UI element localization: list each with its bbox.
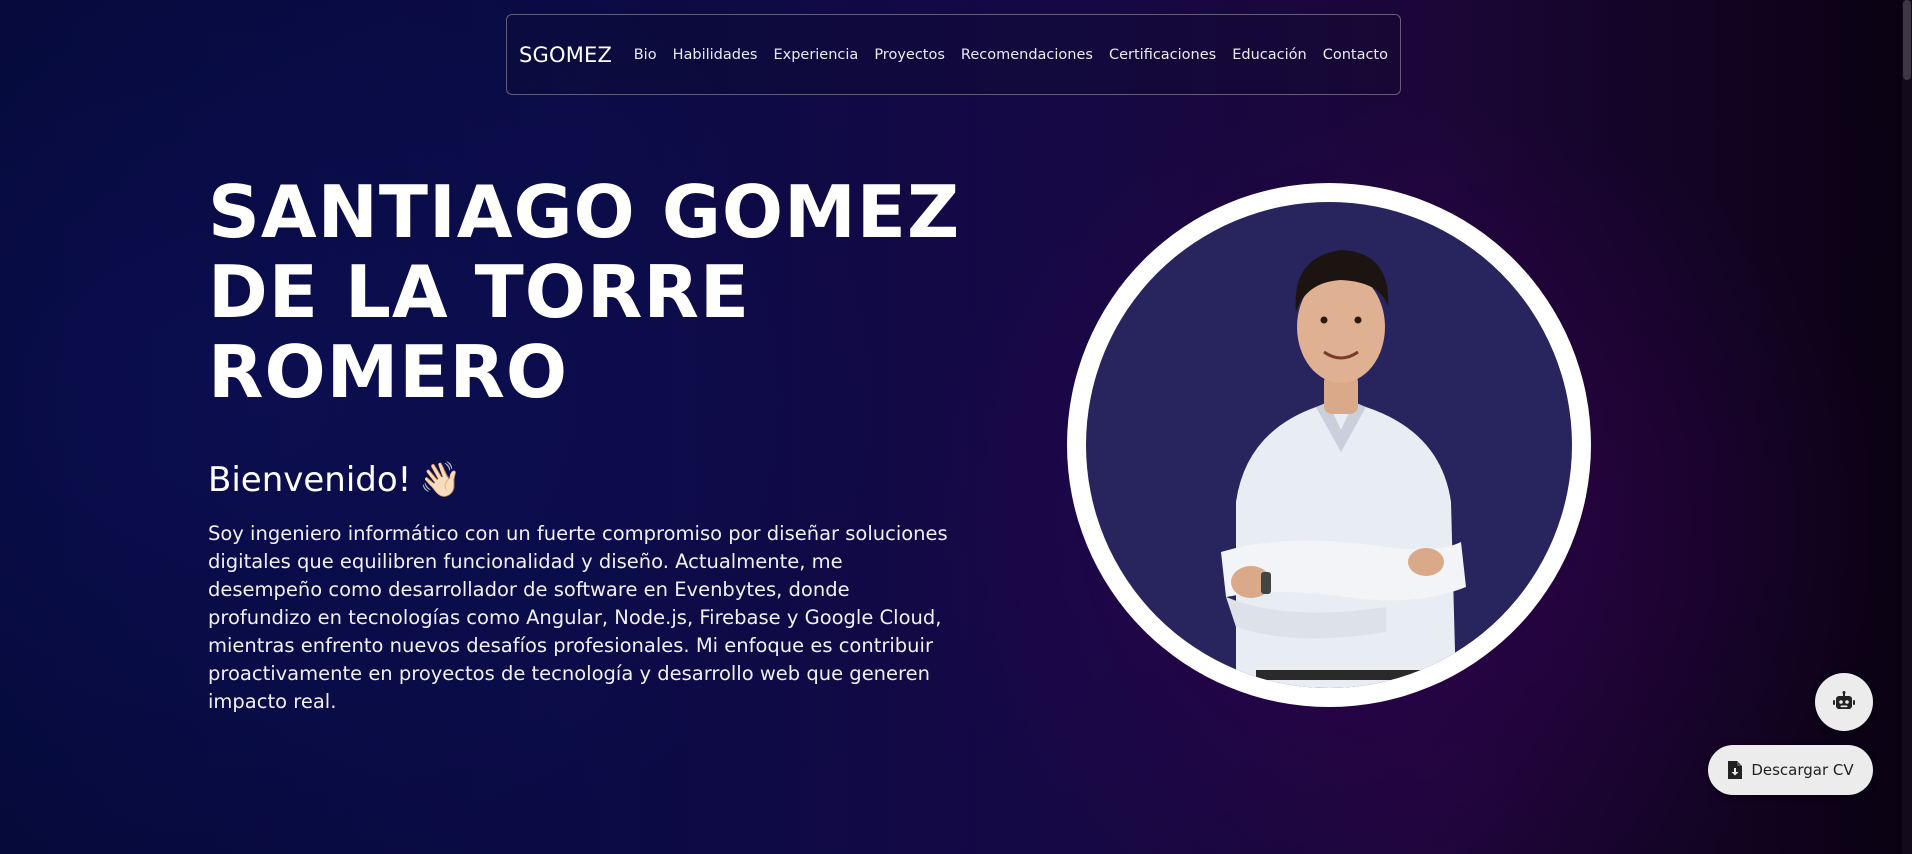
nav-link-proyectos[interactable]: Proyectos [874,47,945,63]
nav-links: Bio Habilidades Experiencia Proyectos Re… [634,47,1388,63]
nav-link-certificaciones[interactable]: Certificaciones [1109,47,1216,63]
nav-link-recomendaciones[interactable]: Recomendaciones [961,47,1093,63]
person-silhouette-icon [1221,250,1466,688]
nav-link-bio[interactable]: Bio [634,47,657,63]
nav-link-habilidades[interactable]: Habilidades [673,47,758,63]
waving-hand-icon: 👋🏻 [419,460,462,500]
brand-logo[interactable]: SGOMEZ [519,43,634,67]
scrollbar-thumb[interactable] [1903,0,1911,80]
bio-paragraph: Soy ingeniero informático con un fuerte … [208,522,948,713]
nav-link-experiencia[interactable]: Experiencia [773,47,858,63]
hero-name-line-1: SANTIAGO GOMEZ [208,170,961,254]
download-cv-button[interactable]: Descargar CV [1708,745,1873,795]
top-navbar: SGOMEZ Bio Habilidades Experiencia Proye… [506,14,1401,95]
chatbot-button[interactable] [1815,673,1873,731]
profile-photo-frame [1067,183,1591,707]
robot-icon [1833,691,1855,709]
nav-link-educacion[interactable]: Educación [1232,47,1306,63]
hero-name-line-3: ROMERO [208,330,569,414]
profile-photo [1086,202,1572,688]
page-scrollbar[interactable] [1902,0,1912,854]
download-cv-label: Descargar CV [1751,761,1854,779]
welcome-heading: Bienvenido! 👋🏻 [208,460,462,500]
hero-name: SANTIAGO GOMEZ DE LA TORRE ROMERO [208,172,968,412]
hero-name-line-2: DE LA TORRE [208,250,751,334]
welcome-text: Bienvenido! [208,460,412,500]
nav-link-contacto[interactable]: Contacto [1323,47,1388,63]
file-download-icon [1728,761,1743,779]
